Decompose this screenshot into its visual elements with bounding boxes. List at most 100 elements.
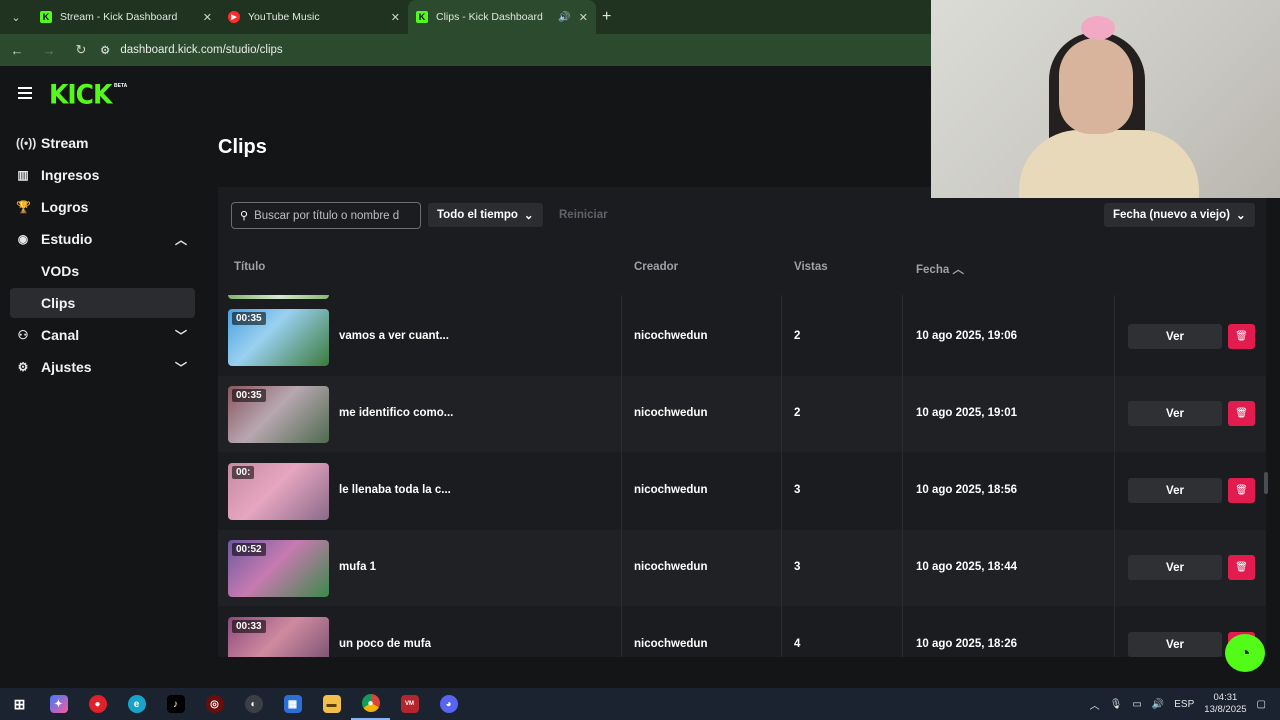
- chevron-down-icon: ⌄: [523, 210, 534, 222]
- sidebar-item-label: Ajustes: [41, 359, 92, 375]
- sidebar-item-stream[interactable]: ((•)) Stream: [10, 128, 195, 158]
- trash-icon[interactable]: 🗑: [1228, 324, 1255, 349]
- sort-label: Fecha (nuevo a viejo): [1113, 209, 1230, 221]
- close-icon[interactable]: ✕: [391, 11, 400, 24]
- search-input[interactable]: ⚲ Buscar por título o nombre d: [231, 202, 421, 229]
- windows-start-icon[interactable]: ⊞: [0, 688, 39, 720]
- view-clip-button[interactable]: Ver: [1128, 632, 1222, 657]
- clips-panel: ⚲ Buscar por título o nombre d Todo el t…: [218, 187, 1266, 657]
- hamburger-menu-icon[interactable]: [18, 87, 32, 99]
- time-filter-label: Todo el tiempo: [437, 209, 518, 221]
- browser-tab-youtube-music[interactable]: ▶ YouTube Music ✕: [220, 0, 408, 34]
- table-row[interactable]: 00:52 mufa 1 nicochwedun 3 10 ago 2025, 18:4…: [218, 530, 1266, 606]
- obs-icon[interactable]: ◎: [195, 688, 234, 720]
- table-row[interactable]: 00:35 me identifico como... nicochwedun 2 10…: [218, 376, 1266, 452]
- tab-search-icon[interactable]: ⌄: [0, 0, 32, 34]
- gear-icon: ⚙: [17, 360, 29, 374]
- view-clip-button[interactable]: Ver: [1128, 555, 1222, 580]
- trash-icon[interactable]: 🗑: [1228, 555, 1255, 580]
- column-divider: [902, 295, 903, 657]
- reset-button[interactable]: Reiniciar: [559, 209, 608, 221]
- column-date[interactable]: Fecha ︿: [916, 261, 964, 277]
- clock[interactable]: 04:31 13/8/2025: [1204, 692, 1246, 716]
- store-icon[interactable]: ▦: [273, 688, 312, 720]
- search-icon: ⚲: [240, 210, 249, 222]
- clip-views: 3: [794, 561, 801, 573]
- record-app-icon[interactable]: ●: [78, 688, 117, 720]
- edge-icon[interactable]: e: [117, 688, 156, 720]
- sidebar-item-estudio[interactable]: ◉ Estudio ︿: [10, 224, 195, 254]
- trash-icon[interactable]: 🗑: [1228, 401, 1255, 426]
- sidebar-item-ajustes[interactable]: ⚙ Ajustes ﹀: [10, 352, 195, 382]
- sidebar-item-ingresos[interactable]: ▥ Ingresos: [10, 160, 195, 190]
- speaker-icon[interactable]: 🔊: [558, 12, 570, 23]
- voicemeeter-icon[interactable]: VM: [390, 688, 429, 720]
- sidebar-item-logros[interactable]: 🏆 Logros: [10, 192, 195, 222]
- copilot-icon[interactable]: ✦: [39, 688, 78, 720]
- clip-title: un poco de mufa: [339, 638, 431, 650]
- clip-date: 10 ago 2025, 18:26: [916, 638, 1018, 650]
- sidebar-item-label: Clips: [41, 295, 76, 311]
- tab-title: YouTube Music: [248, 11, 320, 23]
- forward-icon[interactable]: →: [42, 43, 56, 58]
- url-field[interactable]: ⚙ dashboard.kick.com/studio/clips: [100, 43, 283, 57]
- view-clip-button[interactable]: Ver: [1128, 324, 1222, 349]
- close-icon[interactable]: ✕: [203, 11, 212, 24]
- webcam-plush-hat: [1081, 16, 1115, 40]
- chrome-icon[interactable]: ●: [351, 688, 390, 720]
- clip-views: 2: [794, 330, 801, 342]
- browser-tab-clips[interactable]: K Clips - Kick Dashboard 🔊 ✕: [408, 0, 596, 34]
- clip-duration: 00:35: [232, 389, 266, 402]
- new-tab-button[interactable]: +: [602, 8, 611, 26]
- volume-icon[interactable]: 🔊: [1152, 699, 1164, 710]
- clip-duration: 00:35: [232, 312, 266, 325]
- clip-creator: nicochwedun: [634, 638, 708, 650]
- notifications-icon[interactable]: ▢: [1257, 699, 1266, 710]
- language-indicator[interactable]: ESP: [1174, 699, 1194, 710]
- sidebar-item-canal[interactable]: ⚇ Canal ﹀: [10, 320, 195, 350]
- column-divider: [1114, 295, 1115, 657]
- settings-app-icon[interactable]: ◐: [234, 688, 273, 720]
- sidebar: KICK BETA ((•)) Stream ▥ Ingresos 🏆 Logr…: [0, 66, 205, 688]
- column-title[interactable]: Título: [234, 261, 265, 273]
- sidebar-item-clips[interactable]: Clips: [10, 288, 195, 318]
- column-creator[interactable]: Creador: [634, 261, 678, 273]
- sidebar-item-label: Estudio: [41, 231, 93, 247]
- sidebar-item-label: VODs: [41, 263, 80, 279]
- network-icon[interactable]: ▭: [1132, 699, 1141, 710]
- webcam-person-body: [1019, 130, 1199, 198]
- time-filter-dropdown[interactable]: Todo el tiempo ⌄: [428, 203, 543, 227]
- tiktok-icon[interactable]: ♪: [156, 688, 195, 720]
- chevron-up-icon[interactable]: ︿: [1090, 697, 1100, 712]
- view-clip-button[interactable]: Ver: [1128, 478, 1222, 503]
- clip-title: vamos a ver cuant...: [339, 330, 449, 342]
- discord-icon[interactable]: ◕: [429, 688, 468, 720]
- clip-views: 3: [794, 484, 801, 496]
- microphone-icon[interactable]: 🎙: [1110, 699, 1123, 710]
- windows-taskbar: ⊞ ✦ ● e ♪ ◎ ◐ ▦ ▬ ● VM ◕ ︿ 🎙 ▭ 🔊 ESP 04:…: [0, 688, 1280, 720]
- back-icon[interactable]: ←: [10, 43, 24, 58]
- sidebar-item-vods[interactable]: VODs: [10, 256, 195, 286]
- sort-dropdown[interactable]: Fecha (nuevo a viejo) ⌄: [1104, 203, 1255, 227]
- clip-creator: nicochwedun: [634, 484, 708, 496]
- kick-icon: K: [416, 11, 428, 23]
- scrollbar-thumb[interactable]: [1264, 472, 1268, 494]
- site-info-icon[interactable]: ⚙: [100, 43, 110, 57]
- column-views[interactable]: Vistas: [794, 261, 828, 273]
- trash-icon[interactable]: 🗑: [1228, 478, 1255, 503]
- reload-icon[interactable]: ↻: [74, 42, 88, 58]
- close-icon[interactable]: ✕: [579, 11, 588, 24]
- file-explorer-icon[interactable]: ▬: [312, 688, 351, 720]
- broadcast-icon: ((•)): [16, 136, 37, 150]
- support-chat-icon[interactable]: ◔: [1225, 634, 1265, 672]
- table-row[interactable]: 00:33 un poco de mufa nicochwedun 4 10 ago 2…: [218, 607, 1266, 657]
- youtube-music-icon: ▶: [228, 11, 240, 23]
- clip-title: me identifico como...: [339, 407, 454, 419]
- browser-tab-stream[interactable]: K Stream - Kick Dashboard ✕: [32, 0, 220, 34]
- kick-logo[interactable]: KICK: [49, 79, 112, 109]
- view-clip-button[interactable]: Ver: [1128, 401, 1222, 426]
- sidebar-item-label: Ingresos: [41, 167, 100, 183]
- table-row[interactable]: 00: le llenaba toda la c... nicochwedun 3 10…: [218, 453, 1266, 529]
- table-row[interactable]: 00:35 vamos a ver cuant... nicochwedun 2 10 …: [218, 299, 1266, 375]
- kick-icon: K: [40, 11, 52, 23]
